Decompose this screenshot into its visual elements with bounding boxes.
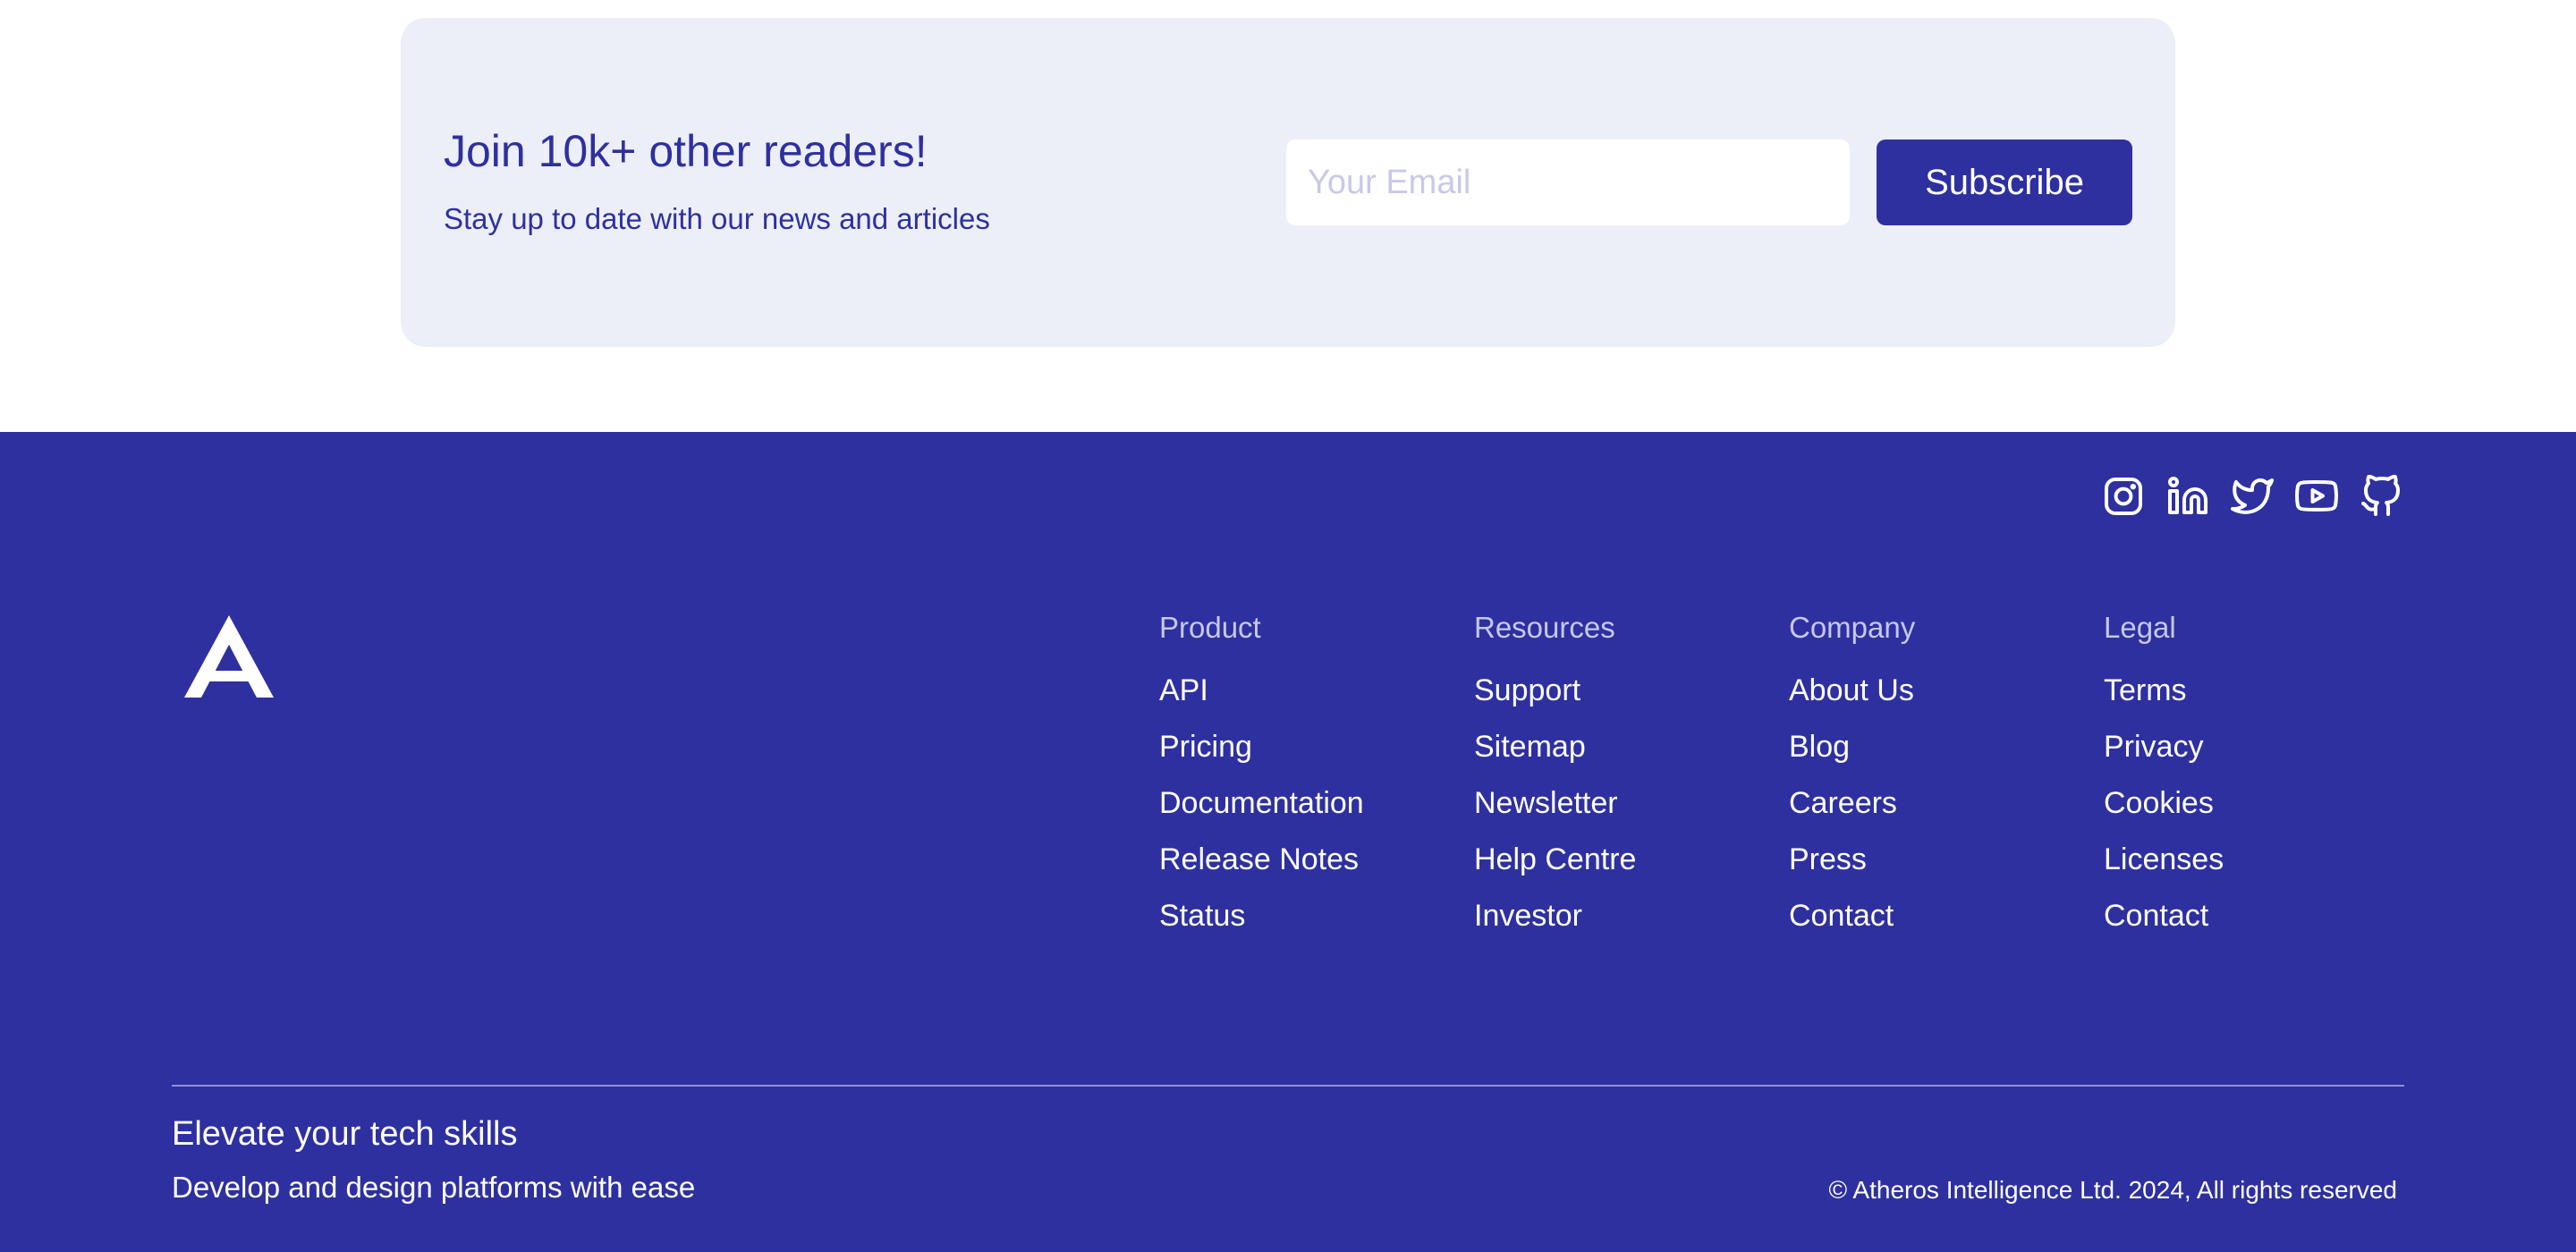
footer-link-support[interactable]: Support [1474,673,1580,707]
github-icon[interactable] [2360,474,2402,518]
footer-link-contact[interactable]: Contact [1789,899,1894,933]
footer-link-release-notes[interactable]: Release Notes [1159,842,1359,876]
footer-column-product: Product API Pricing Documentation Releas… [1159,610,1463,954]
copyright-text: © Atheros Intelligence Ltd. 2024, All ri… [1828,1176,2397,1204]
footer-tagline-sub: Develop and design platforms with ease [172,1171,696,1204]
footer-column-title: Company [1789,611,1916,644]
newsletter-heading: Join 10k+ other readers! [444,126,928,176]
footer-column-title: Resources [1474,611,1615,644]
subscribe-button[interactable]: Subscribe [1877,140,2132,225]
footer-column-title: Product [1159,611,1261,644]
footer-link-cookies[interactable]: Cookies [2104,786,2214,820]
footer-column-legal: Legal Terms Privacy Cookies Licenses Con… [2104,610,2408,954]
footer-link-api[interactable]: API [1159,673,1208,707]
footer-column-company: Company About Us Blog Careers Press Cont… [1789,610,2093,954]
footer-link-investor[interactable]: Investor [1474,899,1582,933]
email-input[interactable] [1286,140,1850,225]
footer-link-privacy[interactable]: Privacy [2104,730,2203,764]
newsletter-subheading: Stay up to date with our news and articl… [444,202,990,235]
footer-link-blog[interactable]: Blog [1789,730,1850,764]
footer-link-careers[interactable]: Careers [1789,786,1897,820]
linkedin-icon[interactable] [2166,475,2209,518]
footer-link-press[interactable]: Press [1789,842,1867,876]
footer-link-status[interactable]: Status [1159,899,1245,933]
footer-link-newsletter[interactable]: Newsletter [1474,786,1618,820]
social-links [2102,474,2402,518]
footer-link-legal-contact[interactable]: Contact [2104,899,2208,933]
footer-link-documentation[interactable]: Documentation [1159,786,1364,820]
newsletter-card: Join 10k+ other readers! Stay up to date… [401,18,2175,347]
footer-link-terms[interactable]: Terms [2104,673,2187,707]
instagram-icon[interactable] [2102,475,2145,518]
footer-link-licenses[interactable]: Licenses [2104,842,2224,876]
brand-logo[interactable] [184,615,274,698]
footer-link-about-us[interactable]: About Us [1789,673,1914,707]
site-footer: Product API Pricing Documentation Releas… [0,432,2576,1252]
twitter-icon[interactable] [2231,475,2274,518]
footer-link-help-centre[interactable]: Help Centre [1474,842,1636,876]
youtube-icon[interactable] [2294,475,2339,518]
footer-column-title: Legal [2104,611,2176,644]
footer-divider [172,1085,2404,1087]
footer-link-pricing[interactable]: Pricing [1159,730,1252,764]
footer-tagline: Elevate your tech skills [172,1115,518,1153]
footer-link-sitemap[interactable]: Sitemap [1474,730,1586,764]
footer-column-resources: Resources Support Sitemap Newsletter Hel… [1474,610,1778,954]
